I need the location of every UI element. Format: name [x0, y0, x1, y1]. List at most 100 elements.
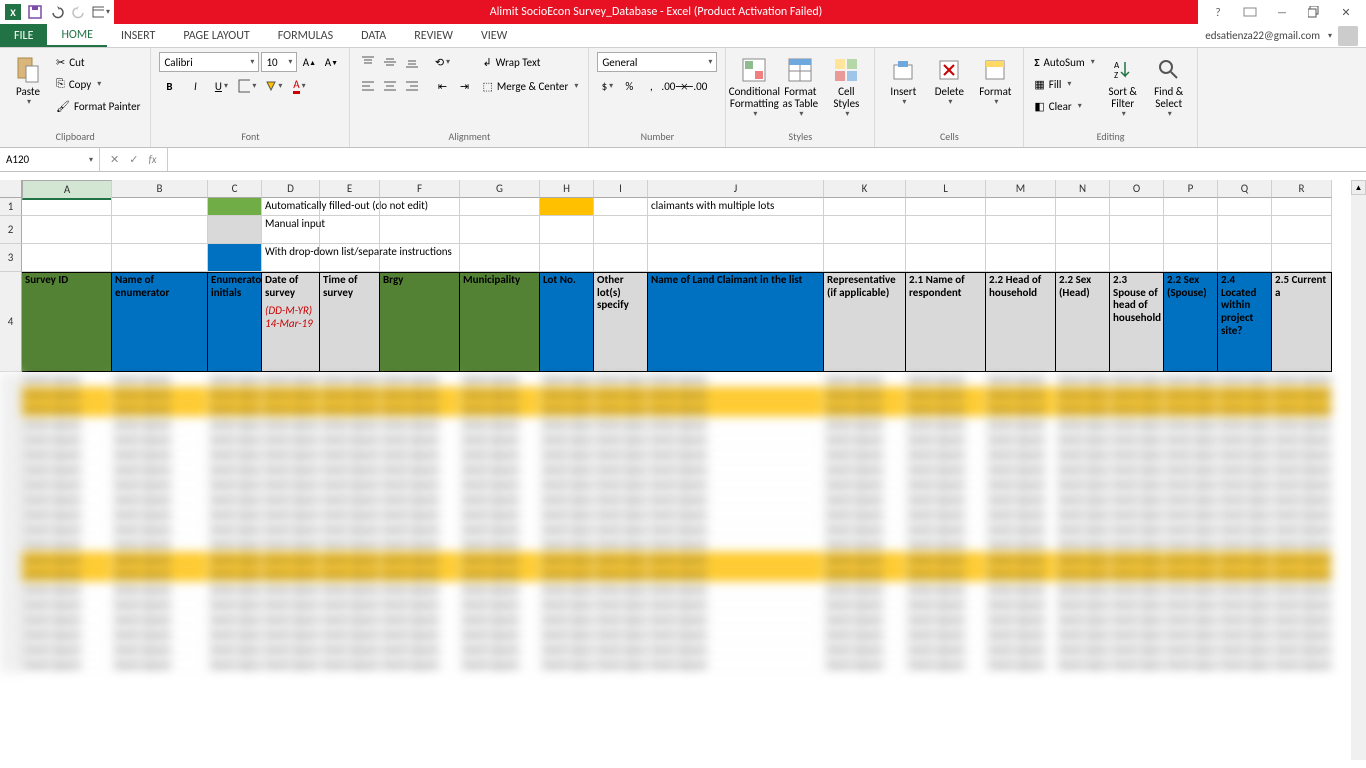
cell[interactable]: Representative (if applicable) [824, 272, 906, 372]
cell[interactable]: 2.2 Head of household [986, 272, 1056, 372]
cell[interactable] [1272, 244, 1332, 272]
cancel-icon[interactable]: ✕ [110, 153, 119, 166]
cell[interactable] [540, 244, 594, 272]
fx-icon[interactable]: fx [148, 153, 156, 166]
font-size-select[interactable]: 10▾ [261, 52, 297, 72]
font-color-button[interactable]: A▾ [289, 76, 309, 96]
format-as-table-button[interactable]: Format as Table▾ [780, 52, 820, 119]
row-header[interactable]: 2 [0, 216, 22, 244]
indent-decrease-icon[interactable]: ⇤ [432, 76, 452, 96]
cell[interactable] [824, 216, 906, 244]
cell[interactable]: 2.3 Spouse of head of household [1110, 272, 1164, 372]
tab-insert[interactable]: INSERT [107, 24, 169, 47]
merge-center-button[interactable]: ⬚Merge & Center▾ [480, 76, 580, 96]
cell[interactable]: Time of survey [320, 272, 380, 372]
delete-button[interactable]: Delete▾ [929, 52, 969, 107]
cell[interactable] [112, 244, 208, 272]
align-right-icon[interactable] [402, 76, 422, 96]
col-header-R[interactable]: R [1272, 180, 1332, 198]
cell[interactable] [986, 244, 1056, 272]
cell[interactable]: 2.1 Name of respondent [906, 272, 986, 372]
cell[interactable]: Lot No. [540, 272, 594, 372]
fill-button[interactable]: ▦Fill▾ [1032, 74, 1096, 94]
indent-increase-icon[interactable]: ⇥ [454, 76, 474, 96]
row-header[interactable]: 1 [0, 198, 22, 216]
cell[interactable] [824, 198, 906, 216]
comma-icon[interactable]: , [641, 76, 661, 96]
undo-icon[interactable] [48, 3, 66, 21]
cell[interactable]: Brgy [380, 272, 460, 372]
select-all-corner[interactable] [0, 180, 22, 198]
cell[interactable] [906, 216, 986, 244]
cell[interactable] [22, 216, 112, 244]
paste-button[interactable]: Paste▾ [8, 52, 48, 107]
col-header-F[interactable]: F [380, 180, 460, 198]
qat-customize-icon[interactable]: ▾ [92, 3, 110, 21]
tab-data[interactable]: DATA [347, 24, 400, 47]
cell[interactable] [1218, 198, 1272, 216]
percent-icon[interactable]: % [619, 76, 639, 96]
cell[interactable] [112, 216, 208, 244]
col-header-P[interactable]: P [1164, 180, 1218, 198]
cell[interactable] [648, 216, 824, 244]
font-name-select[interactable]: Calibri▾ [159, 52, 259, 72]
cell[interactable] [540, 216, 594, 244]
cell[interactable]: Name of Land Claimant in the list [648, 272, 824, 372]
insert-button[interactable]: Insert▾ [883, 52, 923, 107]
cell[interactable] [380, 244, 460, 272]
align-left-icon[interactable] [358, 76, 378, 96]
enter-icon[interactable]: ✓ [129, 153, 138, 166]
cell[interactable]: Manual input [262, 216, 320, 244]
minimize-icon[interactable]: — [1270, 0, 1294, 24]
col-header-B[interactable]: B [112, 180, 208, 198]
cell[interactable] [1056, 244, 1110, 272]
cell[interactable]: 2.2 Sex (Spouse) [1164, 272, 1218, 372]
shrink-font-icon[interactable]: A▼ [321, 52, 341, 72]
cut-button[interactable]: ✂Cut [54, 52, 142, 72]
align-bottom-icon[interactable] [402, 52, 422, 72]
cell[interactable]: Automatically filled-out (do not edit) [262, 198, 320, 216]
col-header-L[interactable]: L [906, 180, 986, 198]
fill-color-button[interactable]: ▾ [263, 76, 283, 96]
number-format-select[interactable]: General▾ [597, 52, 717, 72]
cell[interactable] [1110, 216, 1164, 244]
cell[interactable]: Other lot(s) specify [594, 272, 648, 372]
col-header-Q[interactable]: Q [1218, 180, 1272, 198]
col-header-O[interactable]: O [1110, 180, 1164, 198]
wrap-text-button[interactable]: ↲Wrap Text [480, 52, 580, 72]
cell[interactable] [1110, 198, 1164, 216]
vertical-scrollbar[interactable]: ▲ [1351, 180, 1366, 760]
italic-button[interactable]: I [185, 76, 205, 96]
underline-button[interactable]: U▾ [211, 76, 231, 96]
decrease-decimal-icon[interactable]: ←.00 [685, 76, 705, 96]
cell[interactable]: With drop-down list/separate instruction… [262, 244, 320, 272]
orientation-icon[interactable]: ⟲▾ [432, 52, 452, 72]
cell[interactable] [1218, 216, 1272, 244]
save-icon[interactable] [26, 3, 44, 21]
copy-button[interactable]: ⎘Copy▾ [54, 74, 142, 94]
cell[interactable] [1164, 216, 1218, 244]
autosum-button[interactable]: ΣAutoSum▾ [1032, 52, 1096, 72]
cell[interactable]: 2.5 Current a [1272, 272, 1332, 372]
cell[interactable] [320, 216, 380, 244]
cell[interactable] [112, 198, 208, 216]
cell[interactable] [594, 198, 648, 216]
tab-file[interactable]: FILE [0, 24, 47, 47]
ribbon-display-icon[interactable] [1238, 0, 1262, 24]
cell[interactable] [460, 244, 540, 272]
restore-icon[interactable] [1302, 0, 1326, 24]
tab-formulas[interactable]: FORMULAS [264, 24, 347, 47]
col-header-G[interactable]: G [460, 180, 540, 198]
cell[interactable] [1164, 244, 1218, 272]
cell[interactable] [208, 244, 262, 272]
cell[interactable] [320, 244, 380, 272]
col-header-H[interactable]: H [540, 180, 594, 198]
cell[interactable] [986, 216, 1056, 244]
cell[interactable] [22, 244, 112, 272]
cell[interactable] [906, 244, 986, 272]
cell[interactable]: 2.2 Sex (Head) [1056, 272, 1110, 372]
cell[interactable] [824, 244, 906, 272]
tab-page-layout[interactable]: PAGE LAYOUT [169, 24, 263, 47]
cell[interactable] [986, 198, 1056, 216]
clear-button[interactable]: ◧Clear▾ [1032, 96, 1096, 116]
